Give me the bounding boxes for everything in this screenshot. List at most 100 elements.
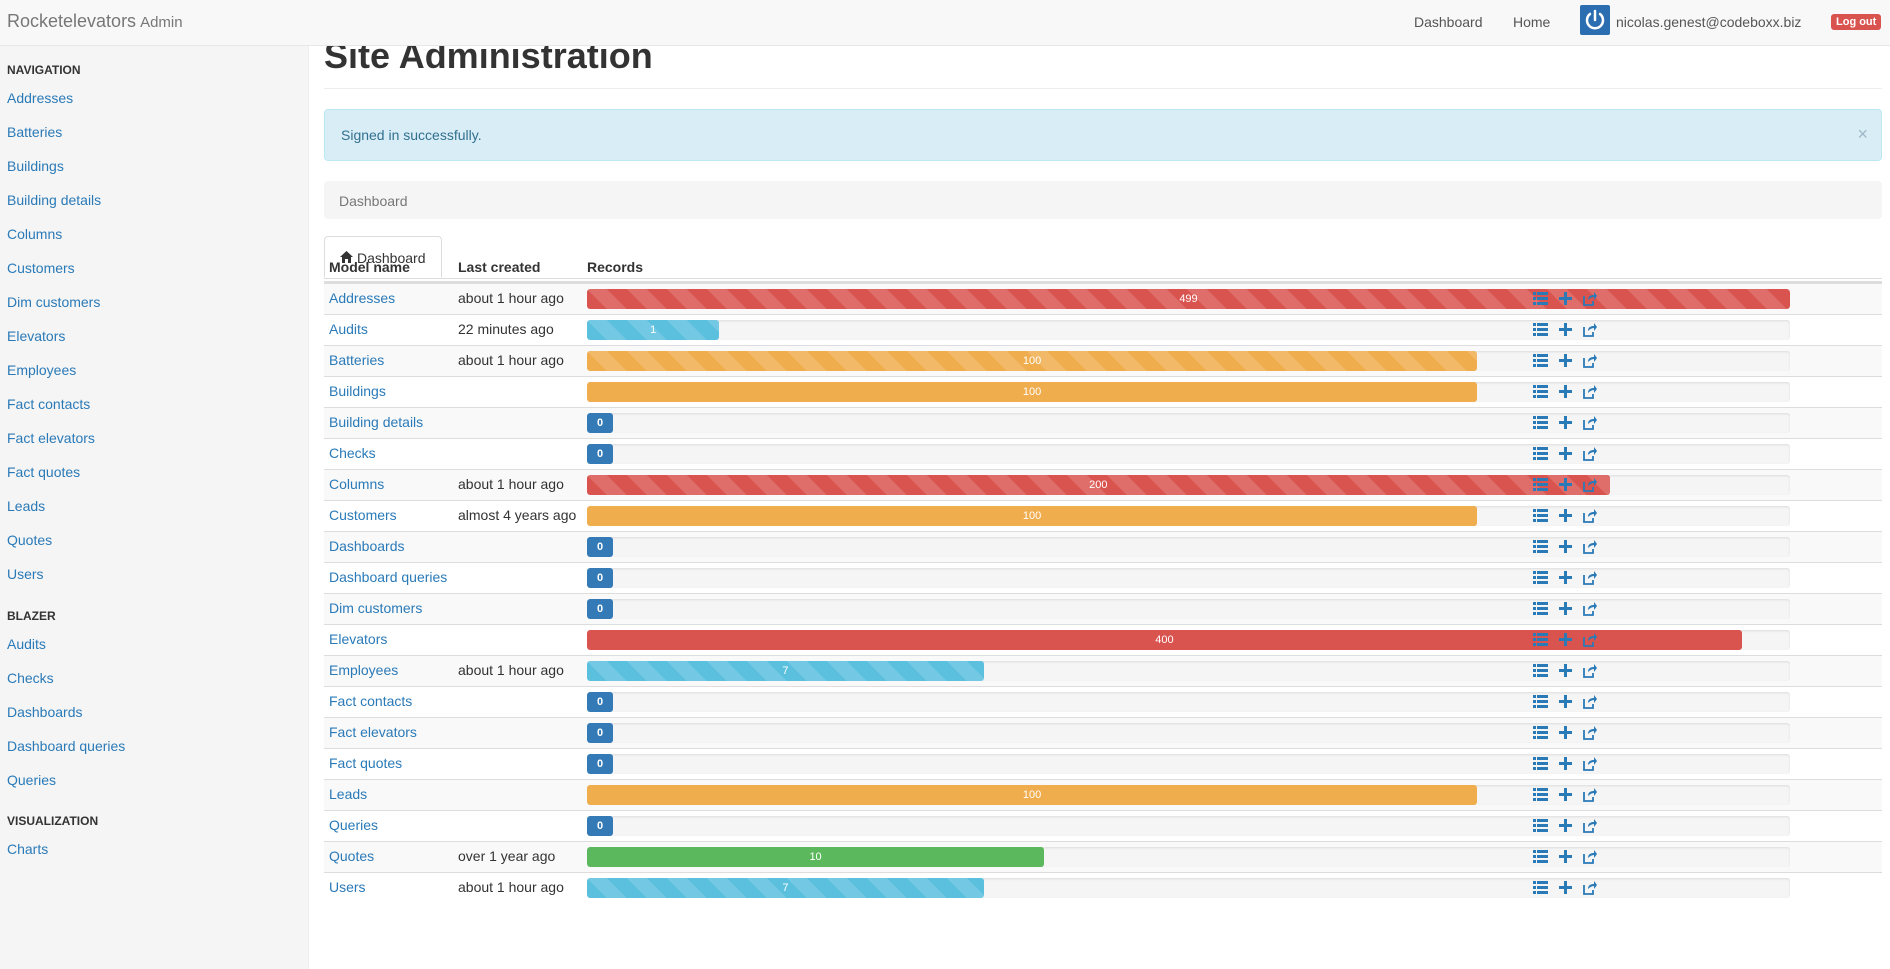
sidebar-item-users[interactable]: Users [7, 566, 44, 582]
list-icon[interactable] [1533, 632, 1549, 648]
plus-icon[interactable] [1558, 353, 1574, 369]
model-name-link[interactable]: Building details [329, 414, 423, 430]
plus-icon[interactable] [1558, 849, 1574, 865]
sidebar-item-customers[interactable]: Customers [7, 260, 75, 276]
list-icon[interactable] [1533, 694, 1549, 710]
model-name-link[interactable]: Fact quotes [329, 755, 402, 771]
plus-icon[interactable] [1558, 508, 1574, 524]
list-icon[interactable] [1533, 570, 1549, 586]
share-icon[interactable] [1582, 508, 1598, 524]
avatar[interactable] [1580, 5, 1610, 35]
list-icon[interactable] [1533, 601, 1549, 617]
sidebar-item-queries[interactable]: Queries [7, 772, 56, 788]
plus-icon[interactable] [1558, 477, 1574, 493]
plus-icon[interactable] [1558, 322, 1574, 338]
share-icon[interactable] [1582, 849, 1598, 865]
list-icon[interactable] [1533, 446, 1549, 462]
logout-button[interactable]: Log out [1831, 14, 1882, 30]
list-icon[interactable] [1533, 880, 1549, 896]
list-icon[interactable] [1533, 818, 1549, 834]
share-icon[interactable] [1582, 384, 1598, 400]
list-icon[interactable] [1533, 849, 1549, 865]
list-icon[interactable] [1533, 787, 1549, 803]
share-icon[interactable] [1582, 291, 1598, 307]
plus-icon[interactable] [1558, 880, 1574, 896]
sidebar-item-buildings[interactable]: Buildings [7, 158, 64, 174]
sidebar-item-fact-elevators[interactable]: Fact elevators [7, 430, 95, 446]
model-name-link[interactable]: Batteries [329, 352, 384, 368]
sidebar-item-columns[interactable]: Columns [7, 226, 62, 242]
plus-icon[interactable] [1558, 818, 1574, 834]
list-icon[interactable] [1533, 756, 1549, 772]
model-name-link[interactable]: Dim customers [329, 600, 422, 616]
share-icon[interactable] [1582, 570, 1598, 586]
list-icon[interactable] [1533, 508, 1549, 524]
sidebar-item-dashboards[interactable]: Dashboards [7, 704, 83, 720]
model-name-link[interactable]: Fact contacts [329, 693, 412, 709]
model-name-link[interactable]: Buildings [329, 383, 386, 399]
list-icon[interactable] [1533, 725, 1549, 741]
sidebar-item-batteries[interactable]: Batteries [7, 124, 62, 140]
plus-icon[interactable] [1558, 384, 1574, 400]
share-icon[interactable] [1582, 725, 1598, 741]
model-name-link[interactable]: Queries [329, 817, 378, 833]
plus-icon[interactable] [1558, 663, 1574, 679]
sidebar-item-building-details[interactable]: Building details [7, 192, 101, 208]
model-name-link[interactable]: Dashboard queries [329, 569, 447, 585]
share-icon[interactable] [1582, 756, 1598, 772]
sidebar-item-dashboard-queries[interactable]: Dashboard queries [7, 738, 125, 754]
sidebar-item-quotes[interactable]: Quotes [7, 532, 52, 548]
plus-icon[interactable] [1558, 632, 1574, 648]
model-name-link[interactable]: Leads [329, 786, 367, 802]
share-icon[interactable] [1582, 787, 1598, 803]
share-icon[interactable] [1582, 601, 1598, 617]
plus-icon[interactable] [1558, 539, 1574, 555]
share-icon[interactable] [1582, 477, 1598, 493]
list-icon[interactable] [1533, 322, 1549, 338]
sidebar-item-dim-customers[interactable]: Dim customers [7, 294, 100, 310]
model-name-link[interactable]: Elevators [329, 631, 387, 647]
share-icon[interactable] [1582, 694, 1598, 710]
nav-link-home[interactable]: Home [1513, 14, 1550, 30]
share-icon[interactable] [1582, 663, 1598, 679]
model-name-link[interactable]: Fact elevators [329, 724, 417, 740]
model-name-link[interactable]: Addresses [329, 290, 395, 306]
list-icon[interactable] [1533, 415, 1549, 431]
share-icon[interactable] [1582, 880, 1598, 896]
share-icon[interactable] [1582, 322, 1598, 338]
plus-icon[interactable] [1558, 756, 1574, 772]
sidebar-item-checks[interactable]: Checks [7, 670, 54, 686]
model-name-link[interactable]: Columns [329, 476, 384, 492]
model-name-link[interactable]: Customers [329, 507, 397, 523]
sidebar-item-leads[interactable]: Leads [7, 498, 45, 514]
user-email[interactable]: nicolas.genest@codeboxx.biz [1616, 14, 1801, 30]
plus-icon[interactable] [1558, 415, 1574, 431]
share-icon[interactable] [1582, 353, 1598, 369]
plus-icon[interactable] [1558, 291, 1574, 307]
model-name-link[interactable]: Audits [329, 321, 368, 337]
model-name-link[interactable]: Checks [329, 445, 376, 461]
sidebar-item-addresses[interactable]: Addresses [7, 90, 73, 106]
model-name-link[interactable]: Dashboards [329, 538, 405, 554]
list-icon[interactable] [1533, 384, 1549, 400]
sidebar-item-fact-quotes[interactable]: Fact quotes [7, 464, 80, 480]
share-icon[interactable] [1582, 415, 1598, 431]
list-icon[interactable] [1533, 477, 1549, 493]
plus-icon[interactable] [1558, 446, 1574, 462]
plus-icon[interactable] [1558, 694, 1574, 710]
model-name-link[interactable]: Quotes [329, 848, 374, 864]
list-icon[interactable] [1533, 291, 1549, 307]
share-icon[interactable] [1582, 632, 1598, 648]
sidebar-item-elevators[interactable]: Elevators [7, 328, 65, 344]
nav-link-dashboard[interactable]: Dashboard [1414, 14, 1483, 30]
sidebar-item-audits[interactable]: Audits [7, 636, 46, 652]
brand[interactable]: Rocketelevators Admin [7, 11, 183, 32]
sidebar-item-employees[interactable]: Employees [7, 362, 76, 378]
model-name-link[interactable]: Users [329, 879, 366, 895]
list-icon[interactable] [1533, 353, 1549, 369]
sidebar-item-charts[interactable]: Charts [7, 841, 48, 857]
list-icon[interactable] [1533, 663, 1549, 679]
share-icon[interactable] [1582, 539, 1598, 555]
plus-icon[interactable] [1558, 787, 1574, 803]
plus-icon[interactable] [1558, 601, 1574, 617]
